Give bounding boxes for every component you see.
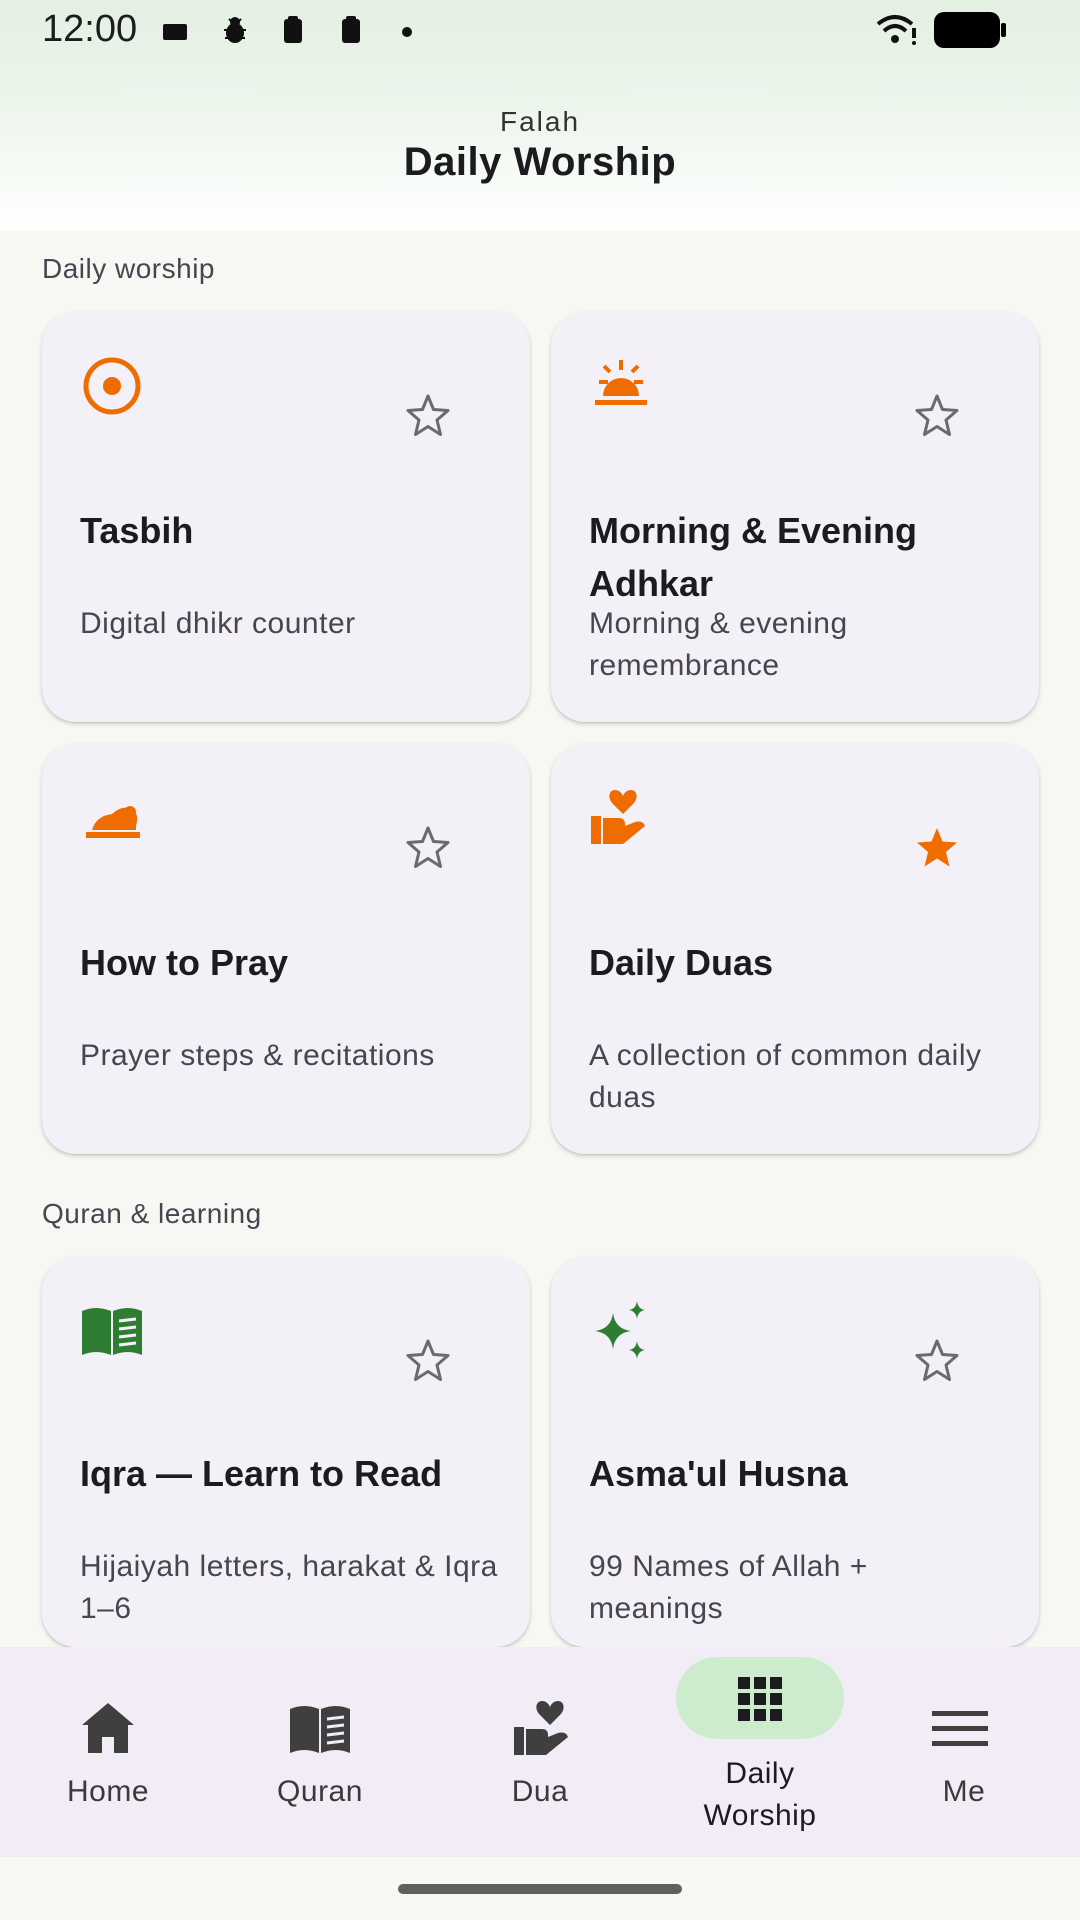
- section-label-quran-learning: Quran & learning: [42, 1198, 262, 1229]
- nav-label: Dua: [511, 1775, 569, 1808]
- star-outline-icon[interactable]: [404, 1337, 452, 1385]
- nav-item-quran[interactable]: Quran: [212, 1647, 428, 1857]
- card-title: Morning & Evening Adhkar: [589, 510, 917, 604]
- card-subtitle: Digital dhikr counter: [80, 607, 356, 640]
- bug-icon: [224, 17, 246, 43]
- card-subtitle: A collection of common daily duas: [589, 1039, 982, 1114]
- app-name: Falah: [499, 106, 581, 137]
- battery-icon: [934, 12, 1006, 48]
- card-daily-duas[interactable]: Daily Duas A collection of common daily …: [551, 744, 1039, 1154]
- clipboard-icon: [284, 16, 302, 43]
- clipboard-icon: [342, 16, 360, 43]
- book-icon: [290, 1706, 350, 1753]
- star-outline-icon[interactable]: [913, 1337, 961, 1385]
- menu-icon: [932, 1711, 988, 1746]
- status-bar: 12:00: [0, 0, 1080, 60]
- card-iqra[interactable]: Iqra — Learn to Read Hijaiyah letters, h…: [42, 1257, 530, 1647]
- nav-label: Quran: [277, 1775, 363, 1808]
- nav-label: Me: [942, 1775, 986, 1808]
- card-tasbih[interactable]: Tasbih Digital dhikr counter: [42, 312, 530, 722]
- grid-icon: [738, 1677, 782, 1721]
- target-icon: [83, 357, 141, 415]
- nav-label: Daily Worship: [703, 1757, 817, 1832]
- card-morning-evening-adhkar[interactable]: Morning & Evening Adhkar Morning & eveni…: [551, 312, 1039, 722]
- card-asmaul-husna[interactable]: Asma'ul Husna 99 Names of Allah + meanin…: [551, 1257, 1039, 1647]
- star-outline-icon[interactable]: [913, 392, 961, 440]
- card-subtitle: Hijaiyah letters, harakat & Iqra 1–6: [80, 1550, 498, 1625]
- card-title: How to Pray: [80, 942, 289, 983]
- wifi-icon: [876, 15, 916, 45]
- nav-item-me[interactable]: Me: [872, 1647, 1080, 1857]
- status-time: 12:00: [42, 8, 138, 50]
- card-subtitle: 99 Names of Allah + meanings: [589, 1550, 868, 1625]
- sparkles-icon: [595, 1301, 645, 1359]
- card-title: Iqra — Learn to Read: [80, 1453, 443, 1494]
- hand-heart-icon: [591, 790, 645, 844]
- star-outline-icon[interactable]: [404, 824, 452, 872]
- nav-label: Home: [66, 1775, 150, 1808]
- card-subtitle: Prayer steps & recitations: [80, 1039, 435, 1072]
- card-title: Tasbih: [80, 510, 194, 551]
- nav-item-home[interactable]: Home: [0, 1647, 216, 1857]
- section-label-daily-worship: Daily worship: [42, 253, 215, 284]
- dot-icon: [402, 27, 412, 37]
- gesture-handle[interactable]: [398, 1884, 682, 1894]
- star-outline-icon[interactable]: [404, 392, 452, 440]
- hand-heart-icon: [514, 1701, 568, 1755]
- sunrise-icon: [595, 360, 647, 405]
- star-filled-icon[interactable]: [913, 824, 961, 872]
- nav-item-daily-worship[interactable]: Daily Worship: [652, 1647, 868, 1857]
- notification-icon: [163, 24, 187, 40]
- card-title: Asma'ul Husna: [589, 1453, 848, 1494]
- card-subtitle: Morning & evening remembrance: [589, 607, 848, 682]
- header-background: 12:00 Falah Daily Worship: [0, 0, 1080, 231]
- page-title: Daily Worship: [403, 140, 677, 184]
- card-how-to-pray[interactable]: How to Pray Prayer steps & recitations: [42, 744, 530, 1154]
- nav-item-dua[interactable]: Dua: [432, 1647, 648, 1857]
- open-book-icon: [82, 1308, 142, 1355]
- bottom-navigation: Home Quran Dua Daily Worship Me: [0, 1647, 1080, 1857]
- prostration-icon: [86, 806, 140, 838]
- home-icon: [82, 1703, 134, 1753]
- card-title: Daily Duas: [589, 942, 774, 983]
